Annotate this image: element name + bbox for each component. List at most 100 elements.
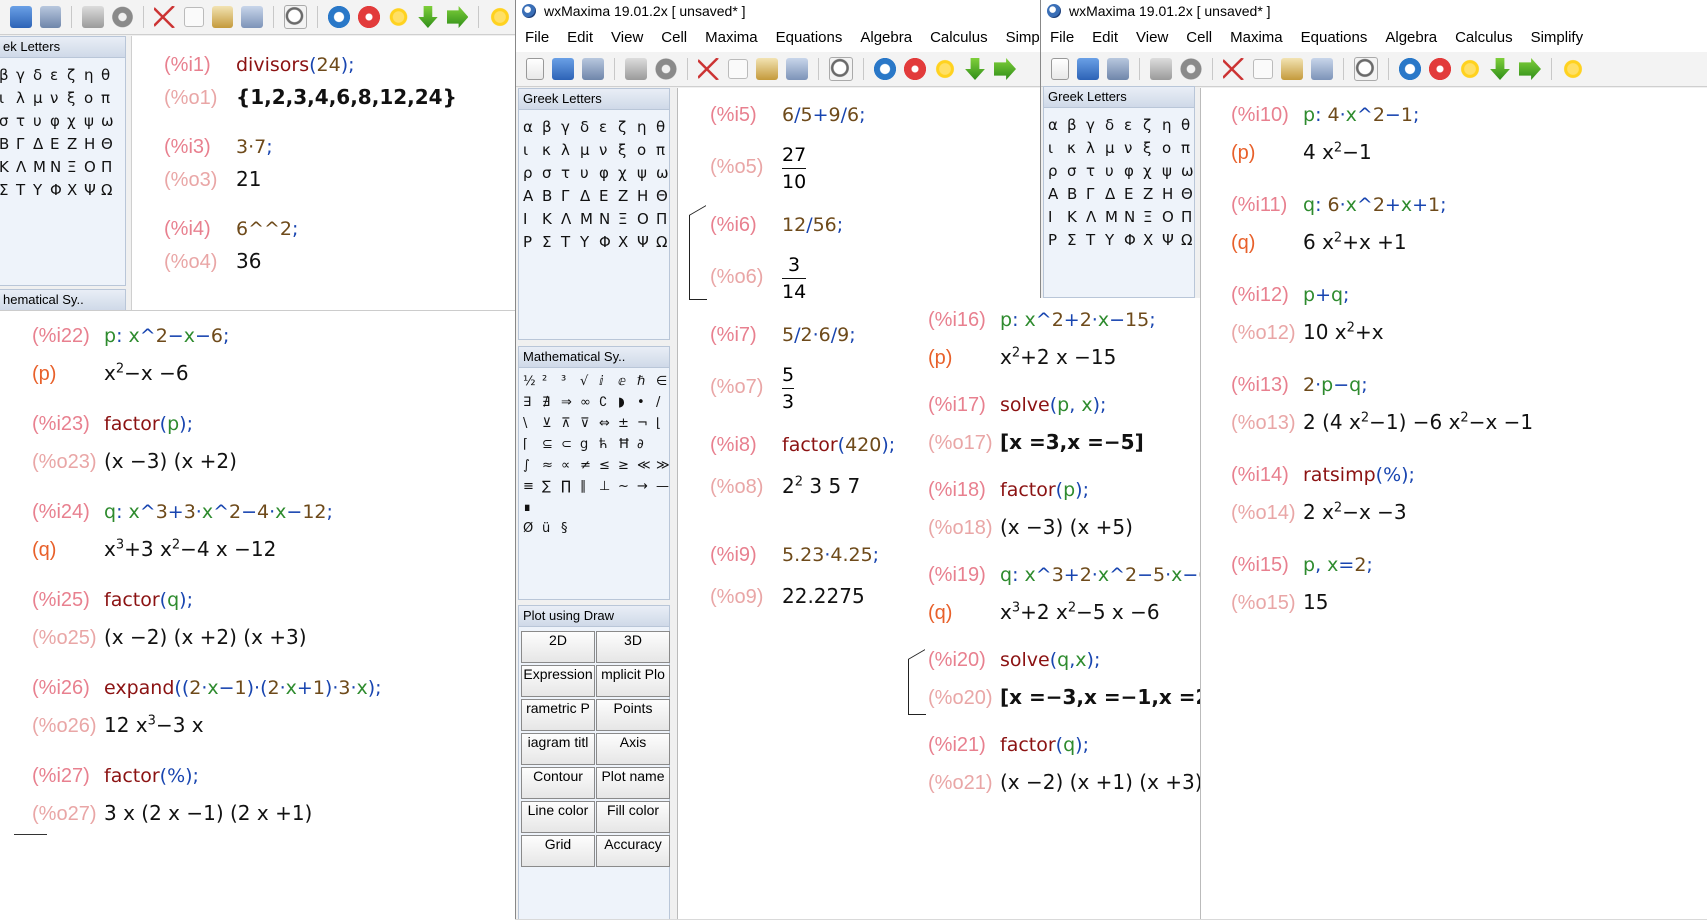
input-expression[interactable]: 6/5+9/6; [782, 104, 866, 126]
copy-icon[interactable] [183, 7, 204, 27]
draw-button[interactable]: Plot name [596, 767, 670, 799]
greek-letter-button[interactable]: ν [599, 141, 618, 159]
greek-letter-button[interactable]: β [542, 118, 561, 136]
greek-letter-button[interactable]: Ε [1124, 185, 1143, 203]
math-symbol-button[interactable]: ∫ [523, 458, 542, 473]
greek-letter-button[interactable]: θ [101, 66, 118, 84]
greek-letter-button[interactable]: Δ [1105, 185, 1124, 203]
menu-edit[interactable]: Edit [1083, 29, 1127, 46]
select-all-icon[interactable] [241, 6, 263, 28]
greek-letter-button[interactable]: Υ [1105, 231, 1124, 249]
greek-letter-button[interactable]: δ [33, 66, 50, 84]
next-icon[interactable] [1519, 58, 1541, 80]
input-cell[interactable]: (%i19) q: x^3+2·x^2−5·x−6; [928, 564, 1217, 587]
math-symbol-button[interactable] [580, 500, 599, 515]
cell-i3[interactable]: (%i3) 3·7; [164, 136, 273, 159]
next-icon[interactable] [446, 6, 469, 28]
greek-letter-button[interactable]: Φ [50, 181, 67, 199]
input-cell[interactable]: (%i26) expand((2·x−1)·(2·x+1)·3·x); [32, 677, 382, 700]
menu-equations[interactable]: Equations [1292, 29, 1377, 46]
draw-button[interactable]: 3D [596, 631, 670, 663]
input-expression[interactable]: expand((2·x−1)·(2·x+1)·3·x); [104, 677, 382, 699]
input-cell[interactable]: (%i5) 6/5+9/6; [710, 104, 866, 127]
greek-letter-button[interactable]: ε [50, 66, 67, 84]
greek-letter-button[interactable]: Η [84, 135, 101, 153]
greek-letter-button[interactable]: β [0, 66, 16, 84]
math-symbol-button[interactable] [656, 521, 675, 536]
math-symbol-button[interactable]: ⊆ [542, 437, 561, 452]
greek-letter-button[interactable]: Ψ [637, 233, 656, 251]
worksheet-b[interactable]: (%i22) p: x^2−x−6; (p) x2−x −6 (%i23) factor(… [0, 310, 515, 920]
math-symbol-button[interactable]: / [656, 395, 675, 410]
menu-simplify[interactable]: Simplify [1522, 29, 1593, 46]
greek-letter-button[interactable]: Η [637, 187, 656, 205]
greek-letter-button[interactable]: Θ [656, 187, 675, 205]
greek-letter-button[interactable]: Ν [599, 210, 618, 228]
greek-letter-button[interactable]: μ [580, 141, 599, 159]
greek-letter-button[interactable]: κ [1067, 139, 1086, 157]
math-symbol-button[interactable]: ћ [599, 437, 618, 452]
cut-icon[interactable] [154, 6, 176, 28]
menu-edit[interactable]: Edit [558, 29, 602, 46]
refresh-icon[interactable] [1399, 58, 1421, 80]
greek-letter-button[interactable]: ξ [1143, 139, 1162, 157]
input-expression[interactable]: 2·p−q; [1303, 374, 1368, 396]
greek-letter-button[interactable]: ο [1162, 139, 1181, 157]
greek-letter-button[interactable]: Χ [1143, 231, 1162, 249]
greek-letter-button[interactable]: β [1067, 116, 1086, 134]
greek-letter-button[interactable]: Σ [1067, 231, 1086, 249]
greek-letter-button[interactable]: φ [599, 164, 618, 182]
greek-letter-button[interactable]: Ι [1048, 208, 1067, 226]
greek-letter-button[interactable]: ζ [1143, 116, 1162, 134]
draw-button[interactable]: iagram titl [521, 733, 595, 765]
greek-letter-button[interactable]: Δ [33, 135, 50, 153]
stop-icon[interactable] [904, 58, 926, 80]
greek-letter-button[interactable]: Π [1181, 208, 1200, 226]
menu-calculus[interactable]: Calculus [921, 29, 997, 46]
math-symbol-button[interactable] [656, 500, 675, 515]
draw-button[interactable]: Fill color [596, 801, 670, 833]
greek-letter-button[interactable]: Δ [580, 187, 599, 205]
greek-letter-button[interactable]: Ρ [523, 233, 542, 251]
print-icon[interactable] [1150, 58, 1172, 80]
greek-letter-button[interactable]: ω [1181, 162, 1200, 180]
greek-letter-button[interactable]: λ [561, 141, 580, 159]
greek-letter-button[interactable]: Φ [599, 233, 618, 251]
input-cell[interactable]: (%i16) p: x^2+2·x−15; [928, 309, 1156, 332]
greek-letter-button[interactable]: Ζ [67, 135, 84, 153]
input-cell[interactable]: (%i20) solve(q,x); [928, 649, 1100, 672]
draw-button[interactable]: rametric P [521, 699, 595, 731]
input-expression[interactable]: 5.23·4.25; [782, 544, 879, 566]
greek-letter-button[interactable]: μ [1105, 139, 1124, 157]
greek-letter-button[interactable]: Μ [580, 210, 599, 228]
cut-icon[interactable] [698, 58, 720, 80]
math-symbol-button[interactable]: ⊼ [561, 416, 580, 431]
draw-button[interactable]: Contour [521, 767, 595, 799]
menu-equations[interactable]: Equations [767, 29, 852, 46]
draw-button[interactable]: Points [596, 699, 670, 731]
greek-letter-button[interactable]: Χ [618, 233, 637, 251]
math-symbol-button[interactable]: ³ [561, 374, 580, 389]
math-symbol-button[interactable] [656, 437, 675, 452]
sun-icon[interactable] [1459, 58, 1481, 80]
math-symbol-button[interactable] [542, 500, 561, 515]
greek-letter-button[interactable]: ε [599, 118, 618, 136]
greek-letter-button[interactable]: ψ [1162, 162, 1181, 180]
greek-letter-button[interactable]: Θ [101, 135, 118, 153]
greek-letter-button[interactable]: υ [580, 164, 599, 182]
math-symbol-button[interactable] [599, 521, 618, 536]
greek-letter-button[interactable]: σ [0, 112, 16, 130]
menu-calculus[interactable]: Calculus [1446, 29, 1522, 46]
input-expression[interactable]: p, x=2; [1303, 554, 1373, 576]
greek-letter-button[interactable]: ζ [618, 118, 637, 136]
greek-letter-button[interactable]: Ζ [618, 187, 637, 205]
input-cell[interactable]: (%i11) q: 6·x^2+x+1; [1231, 194, 1447, 217]
math-symbol-button[interactable]: § [561, 521, 580, 536]
greek-letter-button[interactable]: ρ [523, 164, 542, 182]
math-symbol-button[interactable]: → [637, 479, 656, 494]
menu-cell[interactable]: Cell [652, 29, 696, 46]
greek-letter-button[interactable]: Τ [561, 233, 580, 251]
math-symbol-button[interactable]: ½ [523, 374, 542, 389]
greek-letter-button[interactable]: π [1181, 139, 1200, 157]
math-symbol-button[interactable]: ≤ [599, 458, 618, 473]
